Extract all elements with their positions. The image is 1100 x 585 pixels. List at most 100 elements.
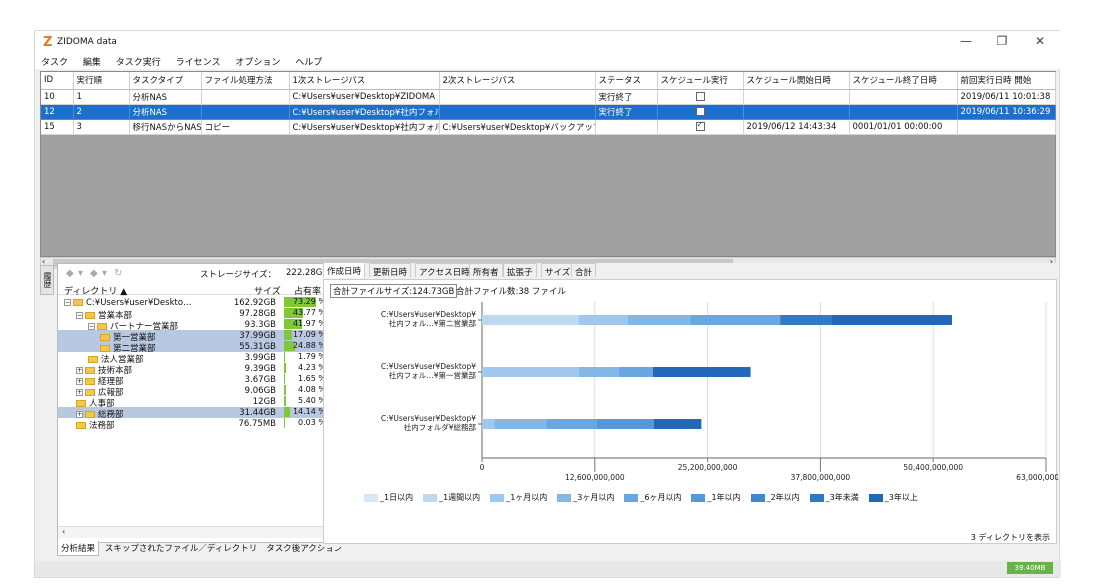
grid-cell-start[interactable]: 2019/06/12 14:43:34 — [743, 119, 850, 135]
chart-tab[interactable]: サイズ — [541, 263, 575, 278]
col-occupancy[interactable]: 占有率 — [294, 284, 321, 297]
grid-col-header[interactable]: 実行順 — [73, 72, 130, 90]
grid-cell-method[interactable] — [201, 89, 290, 105]
chart-tab[interactable]: 拡張子 — [503, 263, 537, 278]
grid-col-header[interactable]: 前回実行日時 開始 — [957, 72, 1056, 90]
forward-icon[interactable]: ◆ — [90, 268, 98, 279]
grid-cell-end[interactable] — [849, 89, 958, 105]
schedule-checkbox[interactable] — [695, 106, 705, 116]
grid-row[interactable]: 15 3 移行NASからNAS コピー C:¥Users¥user¥Desktop¥社内… — [41, 119, 1056, 135]
expand-toggle-icon[interactable]: − — [76, 312, 83, 319]
col-size[interactable]: サイズ — [254, 284, 281, 297]
grid-cell-id[interactable]: 12 — [41, 104, 74, 120]
grid-cell-path2[interactable]: C:¥Users¥user¥Desktop¥バックアップ用 — [439, 119, 596, 135]
tree-item[interactable]: 人事部 12GB 5.40 % — [58, 396, 348, 409]
grid-cell-type[interactable]: 分析NAS — [129, 89, 202, 105]
tree-scroll-left-icon[interactable]: ‹ — [62, 527, 65, 536]
grid-cell-path1[interactable]: C:¥Users¥user¥Desktop¥ZIDOMA — [289, 89, 440, 105]
grid-col-header[interactable]: スケジュール実行 — [657, 72, 744, 90]
folder-icon — [97, 323, 107, 330]
grid-cell-path1[interactable]: C:¥Users¥user¥Desktop¥社内フォルダ — [289, 119, 440, 135]
grid-col-header[interactable]: タスクタイプ — [129, 72, 202, 90]
grid-col-header[interactable]: スケジュール開始日時 — [743, 72, 850, 90]
tree-item[interactable]: + 総務部 31.44GB 14.14 % — [58, 407, 348, 420]
tab-analysis-result[interactable]: 分析結果 — [57, 541, 100, 556]
grid-col-header[interactable]: ファイル処理方法 — [201, 72, 290, 90]
grid-row[interactable]: 12 2 分析NAS C:¥Users¥user¥Desktop¥社内フォルダ 実行終了… — [41, 104, 1056, 120]
history-side-tab[interactable]: 履歴 — [40, 265, 54, 295]
tree-item[interactable]: − C:¥Users¥user¥Deskto… 162.92GB 73.29 % — [58, 297, 348, 308]
minimize-button[interactable]: — — [951, 34, 981, 50]
tree-item[interactable]: + 経理部 3.67GB 1.65 % — [58, 374, 348, 387]
menu-help[interactable]: ヘルプ — [289, 53, 328, 68]
tree-item[interactable]: 第二営業部 55.31GB 24.88 % — [58, 341, 348, 354]
schedule-checkbox[interactable] — [695, 120, 705, 131]
tree-item[interactable]: − パートナー営業部 93.3GB 41.97 % — [58, 319, 348, 332]
tree-item[interactable]: 法務部 76.75MB 0.03 % — [58, 418, 348, 431]
grid-cell-path1[interactable]: C:¥Users¥user¥Desktop¥社内フォルダ — [289, 104, 440, 120]
menu-license[interactable]: ライセンス — [170, 53, 227, 68]
tree-item-size: 55.31GB — [239, 342, 276, 352]
chart-tab[interactable]: 作成日時 — [323, 262, 366, 278]
menu-task[interactable]: タスク — [35, 53, 74, 68]
grid-cell-method[interactable] — [201, 104, 290, 120]
chart-tab[interactable]: アクセス日時 — [415, 263, 474, 278]
grid-cell-id[interactable]: 15 — [41, 119, 74, 135]
expand-toggle-icon[interactable]: + — [76, 389, 83, 396]
tree-item[interactable]: − 営業本部 97.28GB 43.77 % — [58, 308, 348, 321]
menu-edit[interactable]: 編集 — [77, 53, 107, 68]
menu-run-task[interactable]: タスク実行 — [110, 53, 167, 68]
schedule-checkbox-cell[interactable] — [657, 89, 744, 105]
grid-cell-order[interactable]: 2 — [73, 104, 130, 120]
grid-cell-order[interactable]: 3 — [73, 119, 130, 135]
grid-cell-start[interactable] — [743, 104, 850, 120]
expand-toggle-icon[interactable]: − — [88, 323, 95, 330]
grid-col-header[interactable]: スケジュール終了日時 — [849, 72, 958, 90]
grid-cell-type[interactable]: 移行NASからNAS — [129, 119, 202, 135]
grid-cell-method[interactable]: コピー — [201, 119, 290, 135]
grid-cell-order[interactable]: 1 — [73, 89, 130, 105]
schedule-checkbox[interactable] — [695, 91, 705, 101]
grid-cell-id[interactable]: 10 — [41, 89, 74, 105]
expand-toggle-icon[interactable]: + — [76, 411, 83, 418]
tree-item[interactable]: + 技術本部 9.39GB 4.23 % — [58, 363, 348, 376]
grid-cell-last[interactable] — [957, 119, 1056, 135]
restore-button[interactable]: ❐ — [987, 34, 1017, 50]
grid-cell-path2[interactable] — [439, 104, 596, 120]
chart-tab[interactable]: 更新日時 — [369, 263, 412, 278]
grid-cell-status[interactable] — [595, 119, 658, 135]
forward-dropdown-icon[interactable]: ▾ — [102, 268, 107, 279]
tab-skipped-files[interactable]: スキップされたファイル／ディレクトリ — [102, 541, 260, 555]
close-button[interactable]: ✕ — [1025, 34, 1055, 50]
expand-toggle-icon[interactable]: − — [64, 299, 71, 306]
grid-col-header[interactable]: 1次ストレージパス — [289, 72, 440, 90]
tree-horizontal-scrollbar[interactable]: ‹ › — [58, 526, 348, 538]
chart-tab[interactable]: 合計 — [571, 263, 597, 278]
grid-cell-last[interactable]: 2019/06/11 10:36:29 — [957, 104, 1056, 120]
expand-toggle-icon[interactable]: + — [76, 367, 83, 374]
grid-cell-type[interactable]: 分析NAS — [129, 104, 202, 120]
refresh-icon[interactable]: ↻ — [114, 268, 122, 279]
grid-cell-status[interactable]: 実行終了 — [595, 104, 658, 120]
grid-cell-path2[interactable] — [439, 89, 596, 105]
col-directory[interactable]: ディレクトリ ▲ — [64, 284, 127, 297]
grid-cell-end[interactable]: 0001/01/01 00:00:00 — [849, 119, 958, 135]
grid-col-header[interactable]: ステータス — [595, 72, 658, 90]
grid-cell-last[interactable]: 2019/06/11 10:01:38 — [957, 89, 1056, 105]
expand-toggle-icon[interactable]: + — [76, 378, 83, 385]
back-dropdown-icon[interactable]: ▾ — [78, 268, 83, 279]
tree-item[interactable]: 第一営業部 37.99GB 17.09 % — [58, 330, 348, 343]
grid-cell-status[interactable]: 実行終了 — [595, 89, 658, 105]
grid-col-header[interactable]: ID — [41, 72, 74, 90]
schedule-checkbox-cell[interactable] — [657, 119, 744, 135]
grid-row[interactable]: 10 1 分析NAS C:¥Users¥user¥Desktop¥ZIDOMA 実行終了… — [41, 89, 1056, 105]
back-icon[interactable]: ◆ — [66, 268, 74, 279]
chart-tab[interactable]: 所有者 — [469, 263, 503, 278]
schedule-checkbox-cell[interactable] — [657, 104, 744, 120]
menu-options[interactable]: オプション — [229, 53, 286, 68]
tree-item[interactable]: + 広報部 9.06GB 4.08 % — [58, 385, 348, 398]
grid-cell-end[interactable] — [849, 104, 958, 120]
tree-item[interactable]: 法人営業部 3.99GB 1.79 % — [58, 352, 348, 365]
grid-col-header[interactable]: 2次ストレージパス — [439, 72, 596, 90]
grid-cell-start[interactable] — [743, 89, 850, 105]
